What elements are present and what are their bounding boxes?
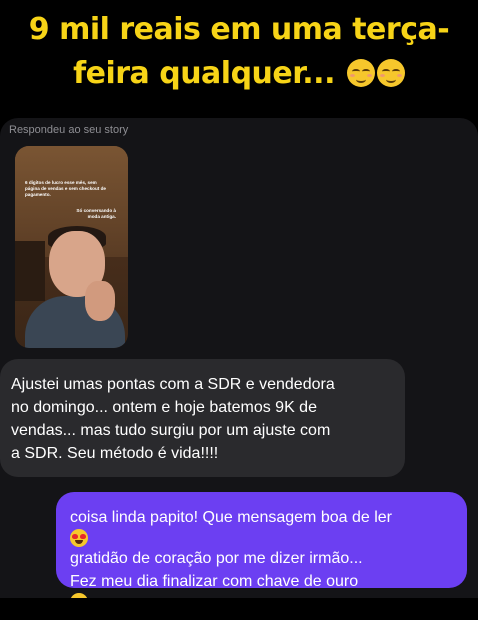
story-reply-label: Respondeu ao seu story [9,124,129,136]
received-message-line: no domingo... ontem e hoje batemos 9K de [11,399,317,416]
sent-message-line-1: coisa linda papito! Que mensagem boa de … [70,509,392,526]
sent-message-line-3-text: Fez meu dia finalizar com chave de ouro [70,573,359,590]
sent-message-bubble[interactable]: coisa linda papito! Que mensagem boa de … [56,492,467,611]
story-thumbnail[interactable]: 6 dígitos de lucro esse mês, sem página … [15,146,128,348]
received-message-line: Ajustei umas pontas com a SDR e vendedor… [11,376,335,393]
headline-line-2-text: feira qualquer... [73,56,335,91]
headline-line-2: feira qualquer... [0,52,478,96]
story-overlay-text-1: 6 dígitos de lucro esse mês, sem página … [25,180,106,197]
bottom-bar [0,598,478,620]
sent-message-line-2-text: gratidão de coração por me dizer irmão..… [70,550,363,567]
chat-thread: Respondeu ao seu story 6 dígitos de lucr… [0,118,478,611]
sent-message-line-2: gratidão de coração por me dizer irmão..… [70,529,467,570]
story-person-hand [85,281,115,321]
relieved-face-icon [346,59,375,87]
story-overlay-text-2: Só conversando à moda antiga. [76,208,116,219]
story-shelf [15,241,45,301]
smirking-face-icon [376,59,405,87]
received-message-line: vendas... mas tudo surgiu por um ajuste … [11,422,331,439]
headline-line-1: 9 mil reais em uma terça- [28,12,450,47]
received-message-bubble[interactable]: Ajustei umas pontas com a SDR e vendedor… [0,359,405,477]
headline: 9 mil reais em uma terça- feira qualquer… [0,8,478,96]
received-message-line: a SDR. Seu método é vida!!!! [11,445,219,462]
heart-eyes-icon [70,529,88,547]
